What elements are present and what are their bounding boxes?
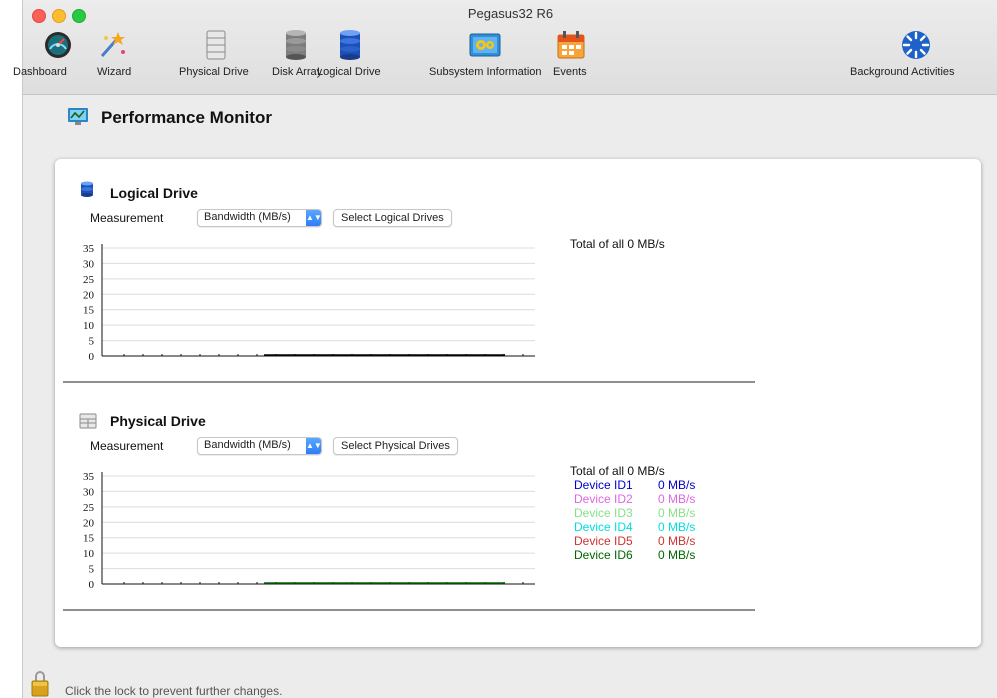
toolbar-subsystem-information-button[interactable]: Subsystem Information [423, 30, 547, 80]
toolbar-label-logical-drive: Logical Drive [317, 66, 381, 78]
logical-drive-chart: 35 30 25 20 15 10 5 0 [83, 243, 535, 363]
device-value: 0 MB/s [658, 534, 696, 548]
device-legend-row: Device ID2 0 MB/s [574, 492, 734, 506]
toolbar-label-disk-array: Disk Array [272, 66, 323, 78]
y-tick-label: 25 [83, 274, 95, 286]
lock-message: Click the lock to prevent further change… [65, 684, 283, 698]
logical-drive-section-title: Logical Drive [110, 185, 198, 201]
device-value: 0 MB/s [658, 548, 696, 562]
logical-drive-section-icon [81, 181, 93, 197]
y-tick-label: 0 [89, 579, 95, 591]
y-tick-label: 35 [83, 471, 95, 483]
physical-measurement-label: Measurement [90, 439, 164, 453]
logical-measurement-select[interactable]: Bandwidth (MB/s) ▲▼ [197, 209, 322, 227]
title-bar: Pegasus32 R6 Dashboard Wizard Physical D… [13, 0, 997, 95]
device-legend-row: Device ID6 0 MB/s [574, 548, 734, 562]
logical-measurement-label: Measurement [90, 211, 164, 225]
background-activities-icon [902, 31, 930, 59]
physical-measurement-select[interactable]: Bandwidth (MB/s) ▲▼ [197, 437, 322, 455]
monitor-panel: Logical Drive Measurement Bandwidth (MB/… [55, 159, 981, 647]
toolbar-wizard-button[interactable]: Wizard [91, 30, 139, 80]
device-name: Device ID3 [574, 506, 633, 520]
device-legend: Device ID1 0 MB/s Device ID2 0 MB/s Device I… [574, 478, 734, 562]
physical-measurement-value: Bandwidth (MB/s) [204, 439, 291, 451]
chevron-updown-icon: ▲▼ [306, 438, 322, 454]
physical-drive-icon [206, 30, 226, 60]
device-value: 0 MB/s [658, 478, 696, 492]
device-value: 0 MB/s [658, 492, 696, 506]
footer-bar: Click the lock to prevent further change… [23, 671, 997, 698]
y-tick-label: 25 [83, 502, 95, 514]
y-tick-label: 20 [83, 289, 95, 301]
page-title: Performance Monitor [101, 108, 272, 127]
y-tick-label: 20 [83, 517, 95, 529]
toolbar-events-button[interactable]: Events [547, 30, 597, 80]
select-logical-drives-button[interactable]: Select Logical Drives [333, 209, 452, 227]
logical-measurement-value: Bandwidth (MB/s) [204, 211, 291, 223]
physical-total: Total of all 0 MB/s [570, 464, 665, 478]
chevron-updown-icon: ▲▼ [306, 210, 322, 226]
toolbar-dashboard-button[interactable]: Dashboard [13, 30, 91, 80]
section-divider [63, 609, 755, 611]
y-tick-label: 10 [83, 320, 95, 332]
disk-array-icon [286, 30, 306, 60]
toolbar-label-wizard: Wizard [97, 66, 132, 78]
physical-drive-section-title: Physical Drive [110, 413, 206, 429]
section-divider [63, 381, 755, 383]
y-tick-label: 35 [83, 243, 95, 255]
device-name: Device ID6 [574, 548, 633, 562]
toolbar-label-background-activities: Background Activities [850, 66, 955, 78]
physical-drive-chart: 35 30 25 20 15 10 5 0 [83, 471, 535, 591]
toolbar-label-subsystem-information: Subsystem Information [429, 66, 542, 78]
window-title: Pegasus32 R6 [467, 6, 554, 21]
device-name: Device ID5 [574, 534, 633, 548]
device-legend-row: Device ID3 0 MB/s [574, 506, 734, 520]
logical-drive-icon [340, 30, 360, 60]
events-calendar-icon [557, 31, 585, 59]
y-tick-label: 15 [83, 305, 95, 317]
device-legend-row: Device ID1 0 MB/s [574, 478, 734, 492]
wizard-icon [100, 32, 125, 57]
toolbar-logical-drive-button[interactable]: Logical Drive [317, 30, 401, 80]
y-tick-label: 0 [89, 351, 95, 363]
device-value: 0 MB/s [658, 520, 696, 534]
dashboard-gauge-icon [45, 32, 71, 58]
device-legend-row: Device ID4 0 MB/s [574, 520, 734, 534]
y-tick-label: 10 [83, 548, 95, 560]
toolbar-label-events: Events [553, 66, 587, 78]
select-physical-drives-button[interactable]: Select Physical Drives [333, 437, 458, 455]
device-name: Device ID2 [574, 492, 633, 506]
main-content: Performance Monitor Logical Drive Measur… [23, 95, 997, 698]
device-name: Device ID4 [574, 520, 633, 534]
device-value: 0 MB/s [658, 506, 696, 520]
toolbar-background-activities-button[interactable]: Background Activities [850, 30, 975, 80]
y-tick-label: 5 [89, 336, 95, 348]
performance-monitor-icon [68, 108, 88, 125]
subsystem-information-icon [469, 33, 501, 57]
toolbar-label-physical-drive: Physical Drive [179, 66, 249, 78]
toolbar-label-dashboard: Dashboard [13, 66, 67, 78]
y-tick-label: 15 [83, 533, 95, 545]
lock-icon[interactable] [31, 669, 49, 697]
y-tick-label: 30 [83, 486, 95, 498]
logical-total: Total of all 0 MB/s [570, 237, 665, 251]
y-tick-label: 5 [89, 564, 95, 576]
device-legend-row: Device ID5 0 MB/s [574, 534, 734, 548]
device-name: Device ID1 [574, 478, 633, 492]
physical-drive-section-icon [79, 413, 97, 429]
toolbar-physical-drive-button[interactable]: Physical Drive [179, 30, 271, 80]
app-window: Pegasus32 R6 Dashboard Wizard Physical D… [13, 0, 997, 698]
y-tick-label: 30 [83, 258, 95, 270]
